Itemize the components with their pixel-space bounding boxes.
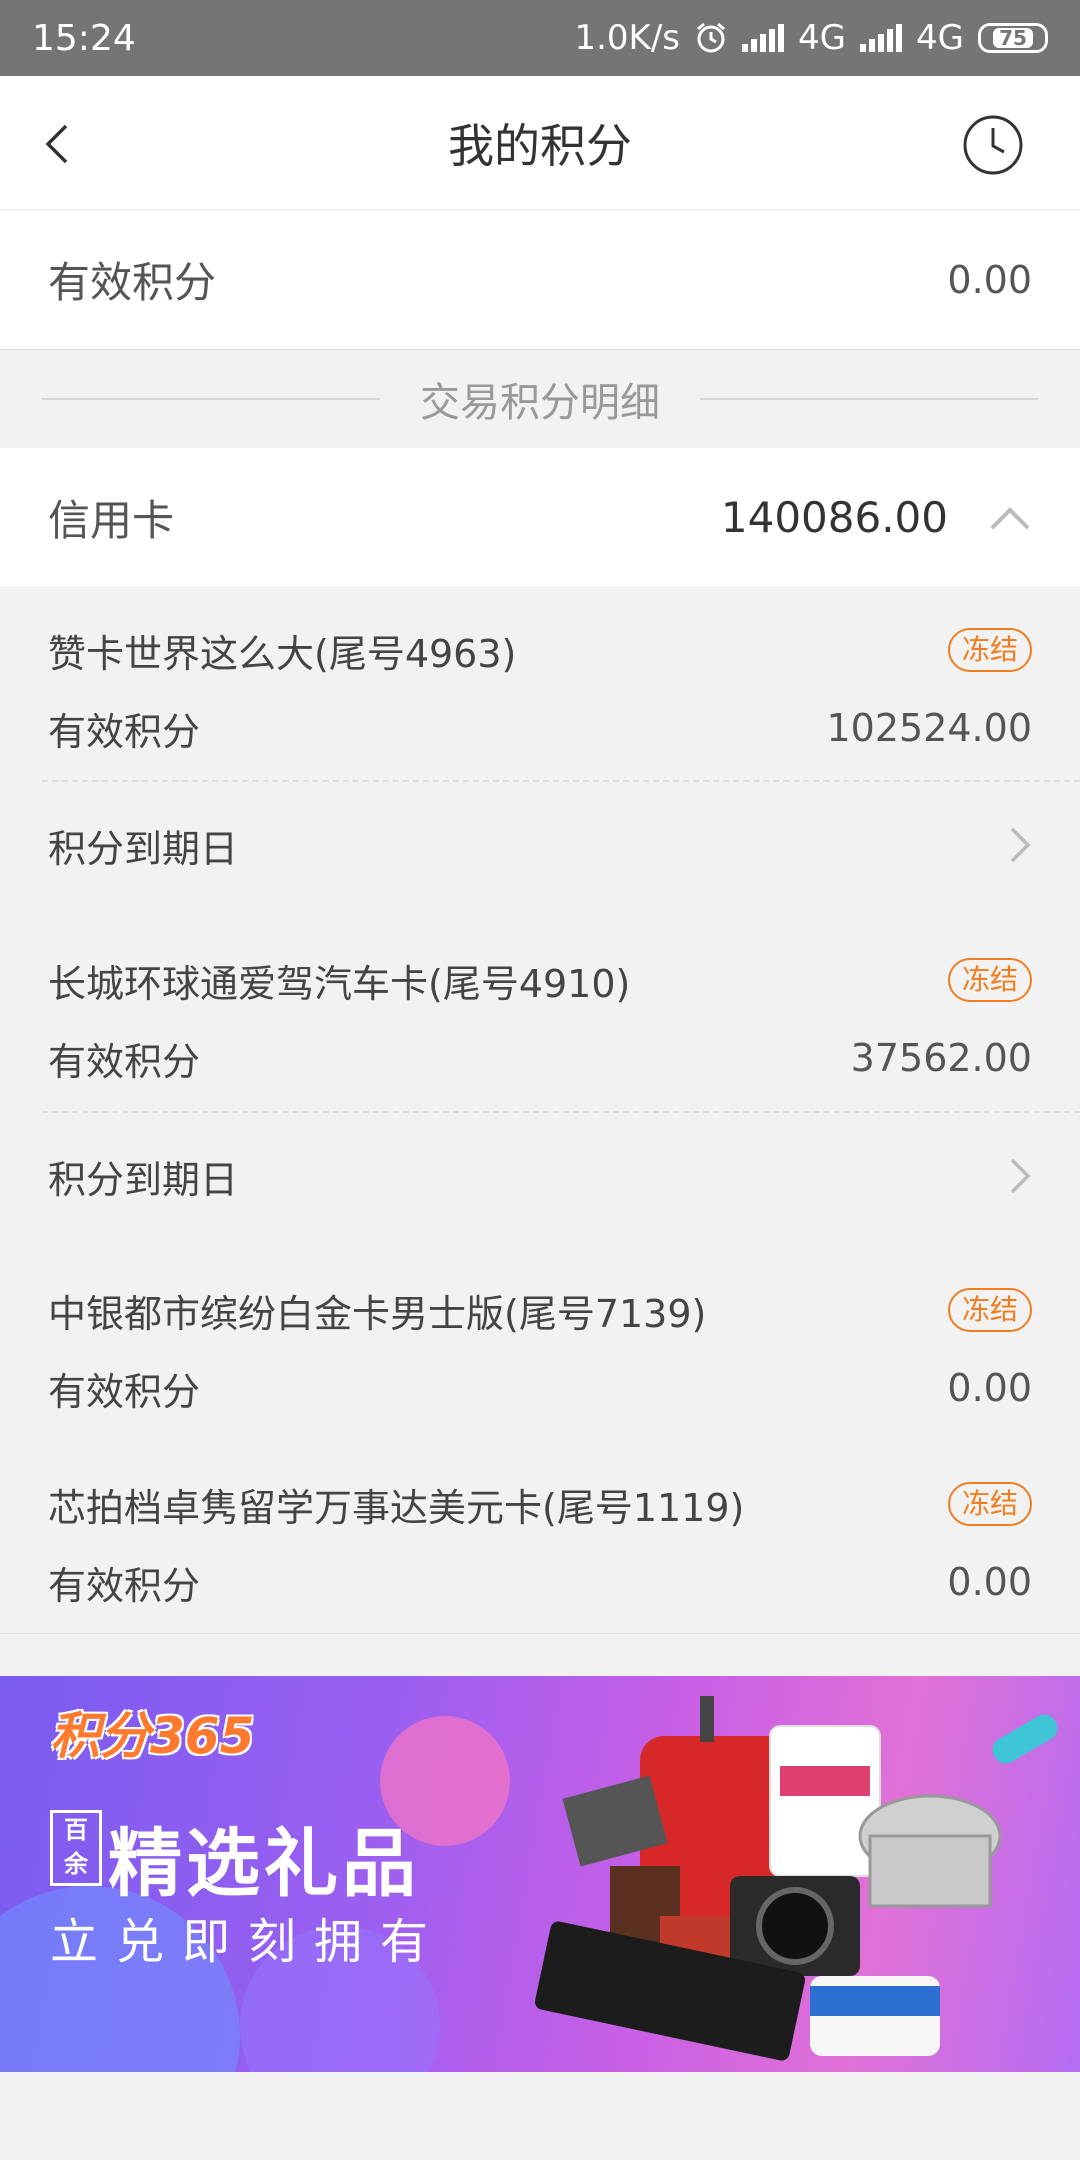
expiry-date-label: 积分到期日 bbox=[48, 826, 239, 871]
card-points-row: 有效积分 37562.00 bbox=[48, 1030, 1032, 1086]
card-points-row: 有效积分 0.00 bbox=[48, 1554, 1032, 1610]
signal-icon bbox=[860, 24, 903, 52]
card-list: 赞卡世界这么大(尾号4963) 冻结 有效积分 102524.00 积分到期日 … bbox=[0, 586, 1080, 1634]
alarm-icon bbox=[697, 22, 725, 53]
card-name: 赞卡世界这么大(尾号4963) bbox=[48, 631, 517, 676]
network-type-1: 4G bbox=[798, 18, 847, 58]
chevron-right-icon bbox=[1010, 827, 1031, 863]
expiry-date-label: 积分到期日 bbox=[48, 1157, 239, 1202]
card-points-label: 有效积分 bbox=[48, 1563, 201, 1608]
card-points-label: 有效积分 bbox=[48, 1369, 201, 1414]
card-points-label: 有效积分 bbox=[48, 709, 201, 754]
battery-icon: 75 bbox=[978, 23, 1048, 53]
card-name-row: 长城环球通爱驾汽车卡(尾号4910) 冻结 bbox=[48, 952, 1032, 1008]
network-type-2: 4G bbox=[916, 18, 964, 58]
valid-points-value: 0.00 bbox=[947, 257, 1032, 302]
frozen-badge: 冻结 bbox=[947, 958, 1032, 1002]
frozen-badge: 冻结 bbox=[947, 1288, 1032, 1332]
card-points-value: 0.00 bbox=[947, 1366, 1032, 1410]
banner-brand-logo: 积分365 bbox=[50, 1707, 255, 1765]
battery-level: 75 bbox=[993, 28, 1033, 48]
gift-products-illustration bbox=[534, 1696, 1058, 2061]
chevron-right-icon bbox=[1010, 1158, 1031, 1194]
card-points-label: 有效积分 bbox=[48, 1039, 201, 1084]
status-bar: 15:24 1.0K/s 4G 4G 75 bbox=[0, 0, 1080, 76]
chevron-up-icon[interactable] bbox=[988, 502, 1032, 532]
banner-headline: 精选礼品 bbox=[108, 1821, 420, 1907]
credit-card-label: 信用卡 bbox=[48, 495, 175, 545]
card-name: 长城环球通爱驾汽车卡(尾号4910) bbox=[48, 961, 631, 1006]
nav-bar: 我的积分 bbox=[0, 76, 1080, 210]
frozen-badge: 冻结 bbox=[947, 628, 1032, 672]
card-name-row: 中银都市缤纷白金卡男士版(尾号7139) 冻结 bbox=[48, 1282, 1032, 1338]
card-points-value: 37562.00 bbox=[850, 1036, 1032, 1080]
signal-icon bbox=[742, 24, 785, 52]
banner-subline: 立兑即刻拥有 bbox=[50, 1914, 447, 1970]
status-indicators: 1.0K/s 4G 4G 75 bbox=[574, 18, 1048, 58]
chevron-left-icon[interactable] bbox=[30, 114, 90, 174]
page-title: 我的积分 bbox=[448, 118, 632, 173]
divider bbox=[42, 398, 380, 400]
card-name-row: 芯拍档卓隽留学万事达美元卡(尾号1119) 冻结 bbox=[48, 1476, 1032, 1532]
card-points-row: 有效积分 102524.00 bbox=[48, 700, 1032, 756]
card-points-value: 102524.00 bbox=[826, 706, 1033, 750]
promo-banner[interactable]: 积分365 百余 精选礼品 立兑即刻拥有 bbox=[0, 1676, 1080, 2072]
credit-card-total: 140086.00 bbox=[720, 492, 948, 542]
network-speed: 1.0K/s bbox=[574, 18, 681, 58]
card-name: 中银都市缤纷白金卡男士版(尾号7139) bbox=[48, 1291, 707, 1336]
card-points-value: 0.00 bbox=[947, 1560, 1032, 1604]
card-name: 芯拍档卓隽留学万事达美元卡(尾号1119) bbox=[48, 1485, 745, 1530]
expiry-date-row[interactable]: 积分到期日 bbox=[48, 1113, 1032, 1239]
valid-points-summary: 有效积分 0.00 bbox=[0, 210, 1080, 350]
status-time: 15:24 bbox=[32, 17, 136, 59]
banner-tag: 百余 bbox=[50, 1810, 102, 1886]
card-points-row: 有效积分 0.00 bbox=[48, 1360, 1032, 1416]
card-name-row: 赞卡世界这么大(尾号4963) 冻结 bbox=[48, 622, 1032, 678]
expiry-date-row[interactable]: 积分到期日 bbox=[48, 782, 1032, 908]
frozen-badge: 冻结 bbox=[947, 1482, 1032, 1526]
credit-card-group-header[interactable]: 信用卡 140086.00 bbox=[0, 448, 1080, 586]
divider bbox=[700, 398, 1038, 400]
valid-points-label: 有效积分 bbox=[48, 258, 217, 307]
section-title: 交易积分明细 bbox=[390, 370, 690, 428]
section-header: 交易积分明细 bbox=[0, 350, 1080, 448]
clock-icon[interactable] bbox=[962, 114, 1024, 176]
